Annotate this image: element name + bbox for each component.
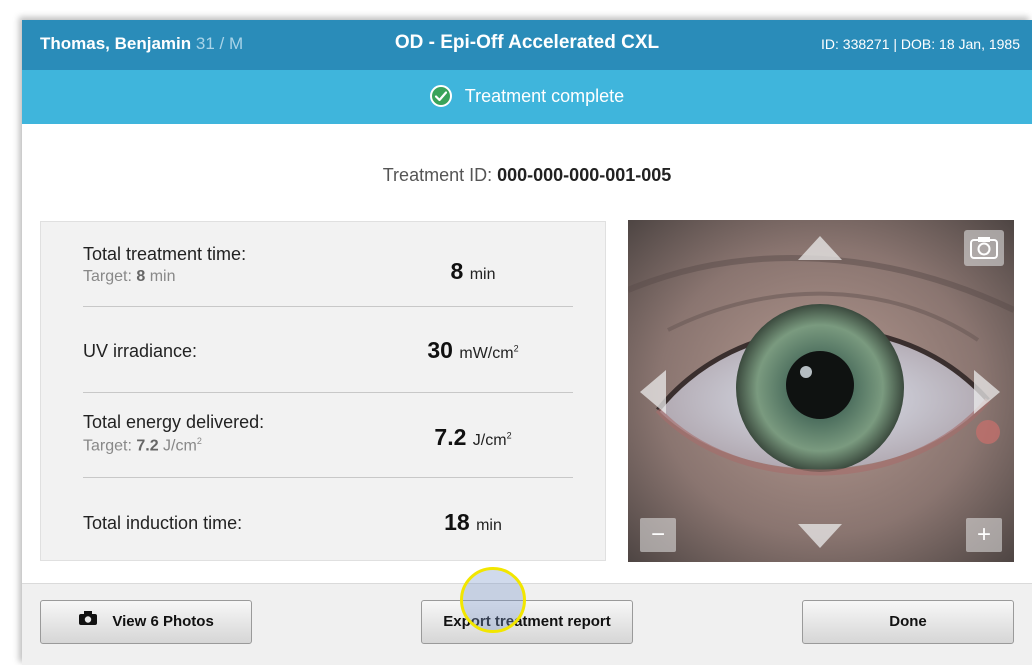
divider xyxy=(83,477,573,478)
arrow-down-icon[interactable] xyxy=(798,524,842,548)
done-label: Done xyxy=(889,613,927,631)
metric-target: Target: 7.2 J/cm2 xyxy=(83,436,202,455)
metric-label: Total induction time: xyxy=(83,513,243,533)
patient-header: Thomas, Benjamin 31 / M OD - Epi-Off Acc… xyxy=(22,20,1032,70)
footer-bar: View 6 Photos Export treatment report Do… xyxy=(22,583,1032,665)
metric-value: 30 mW/cm2 xyxy=(427,337,519,363)
metrics-panel: Total treatment time: Target: 8 min 8 mi… xyxy=(40,221,606,561)
camera-icon xyxy=(78,601,98,643)
arrow-left-icon[interactable] xyxy=(640,370,666,414)
metric-target: Target: 8 min xyxy=(83,268,176,285)
metric-row-uv-irradiance: UV irradiance: 30 mW/cm2 xyxy=(83,327,573,412)
view-photos-label: View 6 Photos xyxy=(112,613,214,631)
divider xyxy=(83,392,573,393)
divider xyxy=(83,306,573,307)
treatment-id-label: Treatment ID: xyxy=(382,165,493,185)
metric-value: 7.2 J/cm2 xyxy=(434,424,512,450)
zoom-in-button[interactable]: + xyxy=(966,518,1002,552)
done-button[interactable]: Done xyxy=(802,600,1014,644)
status-bar: Treatment complete xyxy=(22,70,1032,124)
treatment-id: Treatment ID: 000-000-000-001-005 xyxy=(22,165,1032,186)
camera-icon xyxy=(970,237,998,259)
metric-row-treatment-time: Total treatment time: Target: 8 min 8 mi… xyxy=(83,242,573,327)
view-photos-button[interactable]: View 6 Photos xyxy=(40,600,252,644)
export-report-button[interactable]: Export treatment report xyxy=(421,600,633,644)
zoom-out-button[interactable]: − xyxy=(640,518,676,552)
patient-id-dob: ID: 338271 | DOB: 18 Jan, 1985 xyxy=(821,36,1020,52)
metric-label: Total treatment time: xyxy=(83,244,247,264)
eye-camera-view[interactable]: − + xyxy=(628,220,1014,562)
metric-row-energy-delivered: Total energy delivered: Target: 7.2 J/cm… xyxy=(83,410,573,495)
app-window: Thomas, Benjamin 31 / M OD - Epi-Off Acc… xyxy=(22,20,1032,665)
eye-image xyxy=(628,220,1014,562)
metric-label: Total energy delivered: xyxy=(83,412,265,432)
arrow-right-icon[interactable] xyxy=(974,370,1000,414)
treatment-id-value: 000-000-000-001-005 xyxy=(497,165,672,185)
status-text: Treatment complete xyxy=(464,85,625,106)
metric-label: UV irradiance: xyxy=(83,341,198,361)
arrow-up-icon[interactable] xyxy=(798,236,842,260)
click-indicator xyxy=(460,567,526,633)
capture-photo-button[interactable] xyxy=(964,230,1004,266)
metric-value: 8 min xyxy=(450,258,496,284)
metric-value: 18 min xyxy=(444,509,502,535)
check-circle-icon xyxy=(429,85,452,108)
